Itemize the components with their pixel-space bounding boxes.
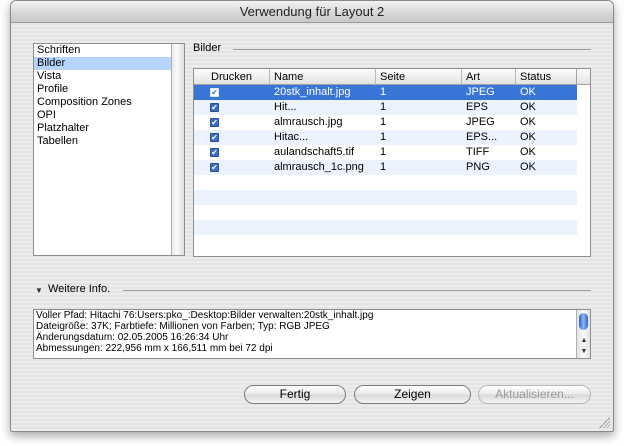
cell-status: OK — [520, 146, 536, 158]
column-header-type[interactable]: Art — [462, 69, 516, 85]
dialog-window: Verwendung für Layout 2 Schriften Bilder V… — [10, 0, 614, 432]
empty-table-row — [194, 175, 577, 190]
print-checkbox-icon[interactable]: ✔ — [210, 148, 219, 157]
category-item[interactable]: Tabellen — [34, 135, 172, 148]
category-item[interactable]: Vista — [34, 70, 172, 83]
window-title: Verwendung für Layout 2 — [11, 1, 613, 23]
more-info-title[interactable]: Weitere Info. — [48, 283, 110, 295]
cell-status: OK — [520, 86, 536, 98]
table-header: Drucken Name Seite Art Status — [194, 69, 577, 85]
done-button[interactable]: Fertig — [244, 385, 346, 404]
cell-status: OK — [520, 161, 536, 173]
table-rows: ✔ 20stk_inhalt.jpg 1 JPEG OK ✔ Hit... 1 EPS OK ✔ al… — [194, 85, 577, 250]
cell-type: JPEG — [466, 116, 495, 128]
info-lines: Voller Pfad: Hitachi 76:Users:pko_:Deskt… — [34, 310, 590, 354]
category-item[interactable]: OPI — [34, 109, 172, 122]
empty-table-row — [194, 235, 577, 250]
cell-name: 20stk_inhalt.jpg — [274, 86, 351, 98]
show-button[interactable]: Zeigen — [354, 385, 471, 404]
cell-page: 1 — [380, 101, 387, 113]
cell-status: OK — [520, 116, 536, 128]
cell-status: OK — [520, 131, 536, 143]
images-group-divider — [233, 49, 591, 50]
scroll-thumb[interactable] — [579, 313, 588, 330]
cell-page: 1 — [380, 146, 387, 158]
table-row[interactable]: ✔ almrausch.jpg 1 JPEG OK — [194, 115, 577, 130]
cell-name: Hit... — [274, 101, 297, 113]
table-row[interactable]: ✔ almrausch_1c.png 1 PNG OK — [194, 160, 577, 175]
category-items: Schriften Bilder Vista Profile Composition Z… — [34, 44, 184, 148]
info-text-area[interactable]: Voller Pfad: Hitachi 76:Users:pko_:Deskt… — [33, 309, 591, 359]
cell-type: PNG — [466, 161, 490, 173]
scroll-up-arrow-icon[interactable]: ▲ — [579, 336, 589, 346]
column-header-name[interactable]: Name — [270, 69, 376, 85]
cell-name: almrausch_1c.png — [274, 161, 364, 173]
info-scrollbar[interactable]: ▲ ▼ — [576, 310, 590, 358]
print-checkbox-icon[interactable]: ✔ — [210, 163, 219, 172]
info-line: Änderungsdatum: 02.05.2005 16:26:34 Uhr — [36, 332, 229, 343]
cell-page: 1 — [380, 116, 387, 128]
empty-table-row — [194, 190, 577, 205]
info-line: Voller Pfad: Hitachi 76:Users:pko_:Deskt… — [36, 310, 374, 321]
disclosure-triangle-icon[interactable]: ▼ — [35, 286, 43, 295]
cell-type: EPS — [466, 101, 489, 113]
category-item[interactable]: Schriften — [34, 44, 172, 57]
cell-status: OK — [520, 101, 536, 113]
info-line: Abmessungen: 222,956 mm x 166,511 mm bei… — [36, 343, 273, 354]
cell-type: JPEG — [466, 86, 495, 98]
scroll-down-arrow-icon[interactable]: ▼ — [579, 347, 589, 357]
table-row[interactable]: ✔ Hitac... 1 EPS... OK — [194, 130, 577, 145]
category-item[interactable]: Platzhalter — [34, 122, 172, 135]
cell-page: 1 — [380, 86, 387, 98]
images-table[interactable]: Drucken Name Seite Art Status ✔ 20stk_inh… — [193, 68, 591, 257]
more-info-divider — [123, 290, 591, 291]
cell-name: aulandschaft5.tif — [274, 146, 355, 158]
print-checkbox-icon[interactable]: ✔ — [210, 133, 219, 142]
cell-type: EPS... — [466, 131, 498, 143]
category-list[interactable]: Schriften Bilder Vista Profile Composition Z… — [33, 43, 185, 256]
cell-name: almrausch.jpg — [274, 116, 343, 128]
column-header-print[interactable]: Drucken — [194, 69, 270, 85]
category-scrollbar[interactable] — [171, 44, 184, 255]
column-header-page[interactable]: Seite — [376, 69, 462, 85]
empty-table-row — [194, 205, 577, 220]
print-checkbox-icon[interactable]: ✔ — [210, 88, 219, 97]
cell-type: TIFF — [466, 146, 490, 158]
empty-table-row — [194, 220, 577, 235]
table-row[interactable]: ✔ aulandschaft5.tif 1 TIFF OK — [194, 145, 577, 160]
table-header-corner — [576, 69, 590, 85]
update-button[interactable]: Aktualisieren... — [478, 385, 591, 404]
resize-grip-icon[interactable] — [599, 417, 610, 428]
cell-page: 1 — [380, 131, 387, 143]
images-group-title: Bilder — [193, 42, 222, 54]
table-row[interactable]: ✔ 20stk_inhalt.jpg 1 JPEG OK — [194, 85, 577, 100]
table-row[interactable]: ✔ Hit... 1 EPS OK — [194, 100, 577, 115]
print-checkbox-icon[interactable]: ✔ — [210, 118, 219, 127]
cell-page: 1 — [380, 161, 387, 173]
category-item[interactable]: Bilder — [34, 57, 172, 70]
category-item[interactable]: Profile — [34, 83, 172, 96]
category-item[interactable]: Composition Zones — [34, 96, 172, 109]
column-header-status[interactable]: Status — [516, 69, 577, 85]
cell-name: Hitac... — [274, 131, 309, 143]
info-line: Dateigröße: 37K; Farbtiefe: Millionen vo… — [36, 321, 330, 332]
print-checkbox-icon[interactable]: ✔ — [210, 103, 219, 112]
